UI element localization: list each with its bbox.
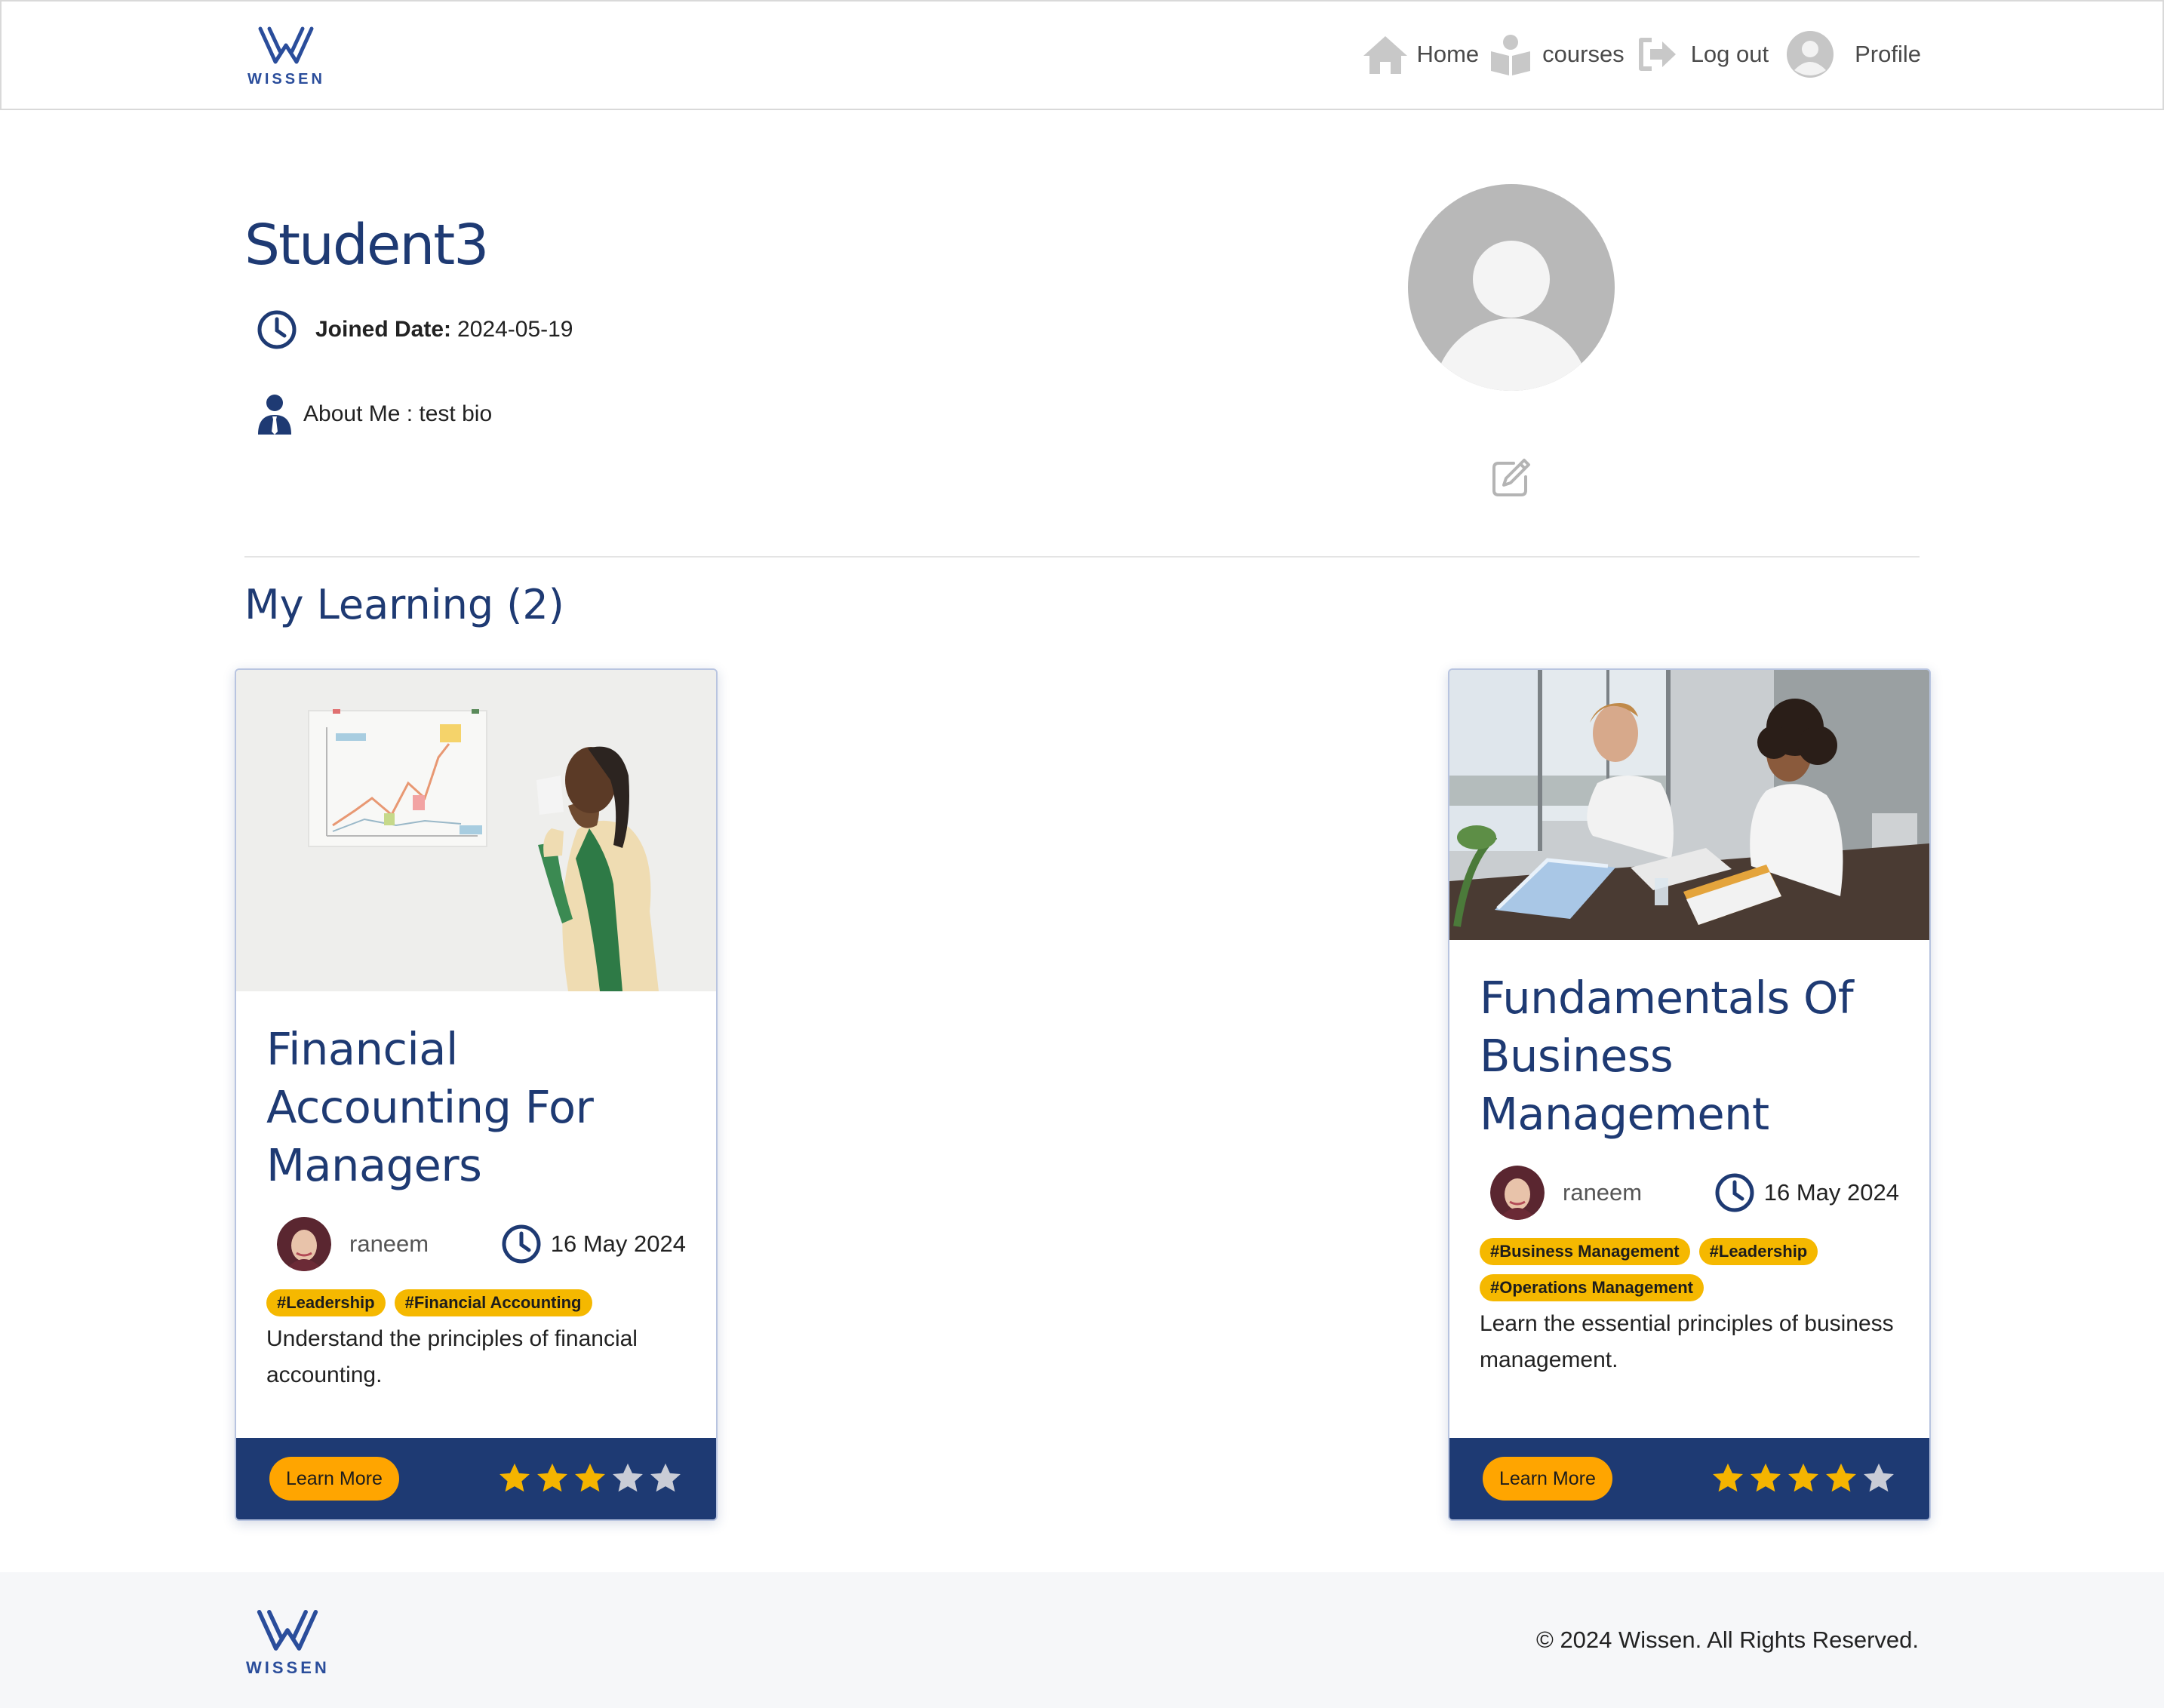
clock-icon: [502, 1224, 541, 1264]
logout-icon: [1638, 38, 1676, 71]
course-body: Financial Accounting For Managers raneem…: [266, 1020, 686, 1393]
author-avatar: [277, 1217, 331, 1271]
course-tags: #Leadership #Financial Accounting: [266, 1289, 686, 1326]
course-body: Fundamentals Of Business Management rane…: [1480, 969, 1899, 1378]
course-date-text: 16 May 2024: [1763, 1179, 1899, 1206]
wissen-logo-icon: [258, 26, 314, 64]
course-card: Financial Accounting For Managers raneem…: [235, 668, 718, 1521]
default-avatar-icon: [1408, 184, 1615, 391]
home-icon: [1363, 36, 1408, 74]
star-rating: [494, 1461, 683, 1496]
star-filled-icon: [575, 1463, 605, 1492]
about-me-row: About Me : test bio: [257, 394, 492, 435]
nav-profile[interactable]: Profile: [1787, 31, 1921, 78]
course-date-text: 16 May 2024: [550, 1230, 686, 1257]
my-learning-title: My Learning (2): [244, 581, 564, 628]
course-card: Fundamentals Of Business Management rane…: [1448, 668, 1931, 1521]
nav-logout-label: Log out: [1690, 41, 1769, 67]
nav-logout[interactable]: Log out: [1637, 35, 1769, 73]
course-description: Understand the principles of financial a…: [266, 1326, 638, 1387]
course-author: raneem: [1480, 1166, 1642, 1220]
course-description: Learn the essential principles of busine…: [1480, 1311, 1894, 1372]
edit-icon[interactable]: [1491, 457, 1532, 498]
star-filled-icon: [537, 1463, 567, 1492]
nav-home-label: Home: [1416, 41, 1480, 67]
star-filled-icon: [1751, 1463, 1781, 1492]
course-meta: raneem 16 May 2024: [1480, 1166, 1899, 1220]
nav-home[interactable]: Home: [1362, 33, 1479, 75]
joined-date-value: 2024-05-19: [457, 317, 573, 342]
author-avatar: [1490, 1166, 1545, 1220]
page-footer: WISSEN © 2024 Wissen. All Rights Reserve…: [0, 1572, 2164, 1708]
course-date: 16 May 2024: [501, 1224, 686, 1264]
tag-badge[interactable]: #Financial Accounting: [394, 1289, 592, 1316]
star-empty-icon: [613, 1463, 643, 1492]
brand-wordmark: WISSEN: [246, 1658, 330, 1677]
brand-wordmark: WISSEN: [247, 71, 325, 88]
clock-icon: [257, 310, 297, 349]
profile-name: Student3: [244, 213, 489, 278]
course-title[interactable]: Financial Accounting For Managers: [266, 1020, 686, 1194]
star-filled-icon: [1788, 1463, 1818, 1492]
user-avatar-icon: [1787, 31, 1834, 78]
joined-date-label: Joined Date:: [315, 317, 452, 342]
section-divider: [244, 556, 1920, 558]
star-empty-icon: [1864, 1463, 1894, 1492]
star-filled-icon: [1713, 1463, 1743, 1492]
course-image: [1449, 670, 1929, 940]
nav-courses-label: courses: [1542, 41, 1625, 67]
tag-badge[interactable]: #Business Management: [1480, 1238, 1690, 1265]
course-image: [236, 670, 716, 991]
learn-more-button[interactable]: Learn More: [1483, 1457, 1612, 1501]
course-tags: #Business Management #Leadership #Operat…: [1480, 1238, 1899, 1310]
course-footer: Learn More: [1449, 1438, 1929, 1519]
tag-badge[interactable]: #Leadership: [1698, 1238, 1818, 1265]
course-footer: Learn More: [236, 1438, 716, 1519]
author-name: raneem: [1563, 1179, 1643, 1206]
copyright-text: © 2024 Wissen. All Rights Reserved.: [1535, 1627, 1919, 1653]
main-nav: Home courses Log out Profile: [1362, 30, 1921, 78]
nav-profile-label: Profile: [1855, 41, 1921, 67]
person-tie-icon: [258, 395, 291, 435]
about-me-text: About Me : test bio: [303, 401, 493, 426]
author-name: raneem: [349, 1230, 429, 1257]
learn-more-button[interactable]: Learn More: [269, 1457, 399, 1501]
star-filled-icon: [1826, 1463, 1856, 1492]
course-meta: raneem 16 May 2024: [266, 1217, 686, 1271]
wissen-logo-icon: [257, 1609, 318, 1651]
brand-logo[interactable]: WISSEN: [247, 24, 325, 88]
star-empty-icon: [650, 1463, 681, 1492]
course-author: raneem: [266, 1217, 429, 1271]
top-navbar: WISSEN Home courses Log out Profile: [0, 0, 2164, 110]
tag-badge[interactable]: #Leadership: [266, 1289, 386, 1316]
course-title[interactable]: Fundamentals Of Business Management: [1480, 969, 1899, 1143]
footer-logo[interactable]: WISSEN: [246, 1607, 330, 1678]
star-rating: [1708, 1461, 1896, 1496]
course-date: 16 May 2024: [1714, 1172, 1899, 1213]
clock-icon: [1715, 1173, 1754, 1212]
nav-courses[interactable]: courses: [1489, 33, 1625, 75]
book-reader-icon: [1491, 35, 1531, 75]
star-filled-icon: [500, 1463, 530, 1492]
tag-badge[interactable]: #Operations Management: [1480, 1274, 1704, 1301]
joined-date-row: Joined Date: 2024-05-19: [257, 309, 573, 350]
